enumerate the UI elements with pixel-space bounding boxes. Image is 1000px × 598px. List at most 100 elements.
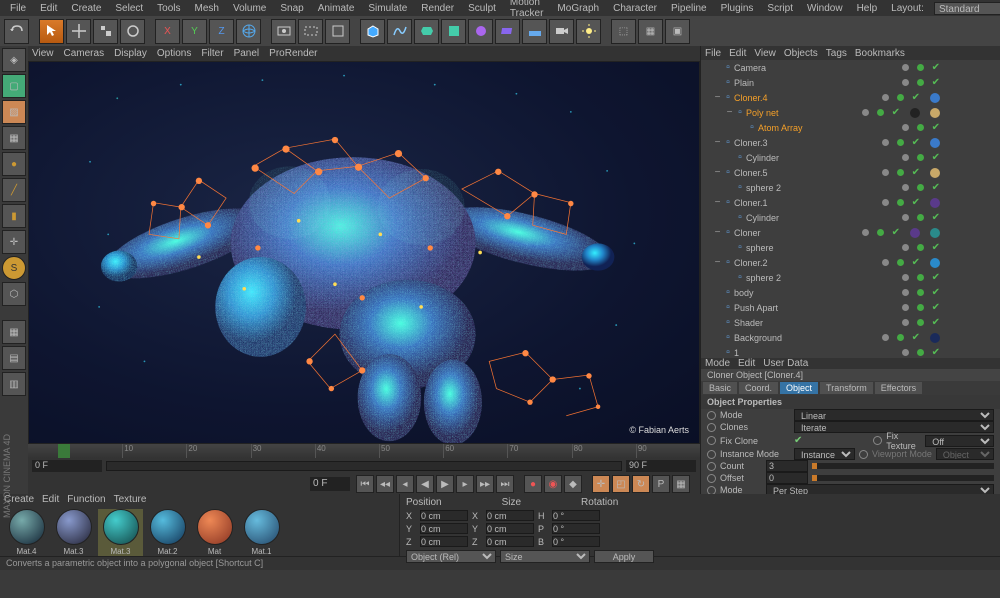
poly-mode-button[interactable]: ▮ [2, 204, 26, 228]
viewmenu-options[interactable]: Options [157, 48, 191, 59]
menu-animate[interactable]: Animate [312, 2, 361, 15]
tree-row-body[interactable]: ▫body✔ [701, 285, 1000, 300]
menu-plugins[interactable]: Plugins [715, 2, 760, 15]
material-mat-3[interactable]: Mat.3 [51, 509, 96, 556]
viewport-solo-button[interactable]: S [2, 256, 26, 280]
menu-simulate[interactable]: Simulate [362, 2, 413, 15]
undo-button[interactable] [4, 19, 29, 44]
material-mat-3[interactable]: Mat.3 [98, 509, 143, 556]
viewmode-select[interactable]: Object [936, 448, 994, 460]
spline-button[interactable] [387, 19, 412, 44]
tree-row-sphere[interactable]: ▫sphere✔ [701, 240, 1000, 255]
point-mode-button[interactable]: ● [2, 152, 26, 176]
tree-row-1[interactable]: ▫1✔ [701, 345, 1000, 358]
attrmenu-mode[interactable]: Mode [705, 358, 730, 369]
tree-row-cylinder[interactable]: ▫Cylinder✔ [701, 150, 1000, 165]
viewmenu-filter[interactable]: Filter [201, 48, 223, 59]
menu-volume[interactable]: Volume [227, 2, 272, 15]
render-settings-button[interactable] [325, 19, 350, 44]
model-mode-button[interactable]: ▢ [2, 74, 26, 98]
x-axis-lock[interactable]: X [155, 19, 180, 44]
tab-basic[interactable]: Basic [703, 382, 737, 394]
tree-row-background[interactable]: ▫Background✔ [701, 330, 1000, 345]
scale-tool[interactable] [93, 19, 118, 44]
coord-system-button[interactable] [236, 19, 261, 44]
tree-row-sphere-2[interactable]: ▫sphere 2✔ [701, 180, 1000, 195]
viewport-perspective[interactable]: © Fabian Aerts [28, 61, 700, 444]
light-button[interactable] [576, 19, 601, 44]
objmenu-file[interactable]: File [705, 48, 721, 59]
null-button[interactable] [360, 19, 385, 44]
texture-mode-button[interactable]: ▨ [2, 100, 26, 124]
render-view-button[interactable] [271, 19, 296, 44]
pos-z-field[interactable] [420, 536, 468, 547]
menu-select[interactable]: Select [109, 2, 149, 15]
param-key-button[interactable]: P [652, 475, 670, 493]
pos-key-button[interactable]: ✛ [592, 475, 610, 493]
attrmenu-edit[interactable]: Edit [738, 358, 755, 369]
object-tree[interactable]: ▫Camera✔▫Plain✔−▫Cloner.4✔−▫Poly net✔▫At… [701, 60, 1000, 358]
menu-create[interactable]: Create [65, 2, 107, 15]
menu-motion-tracker[interactable]: Motion Tracker [504, 0, 550, 20]
size-mode-select[interactable]: Size [500, 550, 590, 563]
next-key-button[interactable]: ▸▸ [476, 475, 494, 493]
make-editable-button[interactable]: ◈ [2, 48, 26, 72]
rot-p-field[interactable] [552, 523, 600, 534]
y-axis-lock[interactable]: Y [182, 19, 207, 44]
count-slider[interactable] [812, 463, 994, 469]
tree-row-atom-array[interactable]: ▫Atom Array✔ [701, 120, 1000, 135]
coord-space-select[interactable]: Object (Rel) [406, 550, 496, 563]
material-mat-2[interactable]: Mat.2 [145, 509, 190, 556]
workplane-button[interactable]: ▦ [2, 126, 26, 150]
menu-render[interactable]: Render [415, 2, 460, 15]
attrmenu-user-data[interactable]: User Data [763, 358, 808, 369]
rot-b-field[interactable] [552, 536, 600, 547]
tree-row-plain[interactable]: ▫Plain✔ [701, 75, 1000, 90]
tree-row-cloner-2[interactable]: −▫Cloner.2✔ [701, 255, 1000, 270]
play-button[interactable]: ▶ [436, 475, 454, 493]
material-mat-1[interactable]: Mat.1 [239, 509, 284, 556]
apply-button[interactable]: Apply [594, 550, 654, 563]
tab-transform[interactable]: Transform [820, 382, 873, 394]
size-y-field[interactable] [486, 523, 534, 534]
viewmenu-display[interactable]: Display [114, 48, 147, 59]
rotate-tool[interactable] [120, 19, 145, 44]
prev-frame-button[interactable]: ◂ [396, 475, 414, 493]
timeline-ruler[interactable]: 0102030405060708090 [28, 444, 700, 458]
menu-script[interactable]: Script [761, 2, 799, 15]
workplane-snap-button[interactable]: ▦ [2, 320, 26, 344]
menu-help[interactable]: Help [851, 2, 884, 15]
pos-x-field[interactable] [420, 510, 468, 521]
tree-row-cloner[interactable]: −▫Cloner✔ [701, 225, 1000, 240]
count-field[interactable] [766, 460, 808, 472]
objmenu-view[interactable]: View [754, 48, 776, 59]
pos-y-field[interactable] [420, 523, 468, 534]
volume-build-button[interactable]: ▦ [638, 19, 663, 44]
goto-end-button[interactable]: ⏭ [496, 475, 514, 493]
current-frame-field[interactable]: 0 F [310, 477, 350, 491]
instmode-select[interactable]: Instance [794, 448, 855, 460]
edge-mode-button[interactable]: ╱ [2, 178, 26, 202]
volume-tools-button[interactable]: ⬚ [611, 19, 636, 44]
rot-h-field[interactable] [552, 510, 600, 521]
menu-sculpt[interactable]: Sculpt [462, 2, 502, 15]
size-z-field[interactable] [486, 536, 534, 547]
z-axis-lock[interactable]: Z [209, 19, 234, 44]
objmenu-objects[interactable]: Objects [784, 48, 818, 59]
matmenu-function[interactable]: Function [67, 494, 105, 505]
layout-select[interactable]: Standard [934, 2, 1000, 15]
menu-pipeline[interactable]: Pipeline [665, 2, 713, 15]
mode2-select[interactable]: Per Step [766, 484, 994, 494]
prev-key-button[interactable]: ◂◂ [376, 475, 394, 493]
fields-button[interactable] [468, 19, 493, 44]
planar-workplane-button[interactable]: ▥ [2, 372, 26, 396]
live-select-tool[interactable] [39, 19, 64, 44]
menu-window[interactable]: Window [801, 2, 849, 15]
matmenu-edit[interactable]: Edit [42, 494, 59, 505]
render-region-button[interactable] [298, 19, 323, 44]
tree-row-cloner-4[interactable]: −▫Cloner.4✔ [701, 90, 1000, 105]
tab-effectors[interactable]: Effectors [875, 382, 922, 394]
material-mat[interactable]: Mat [192, 509, 237, 556]
camera-button[interactable] [549, 19, 574, 44]
tree-row-shader[interactable]: ▫Shader✔ [701, 315, 1000, 330]
